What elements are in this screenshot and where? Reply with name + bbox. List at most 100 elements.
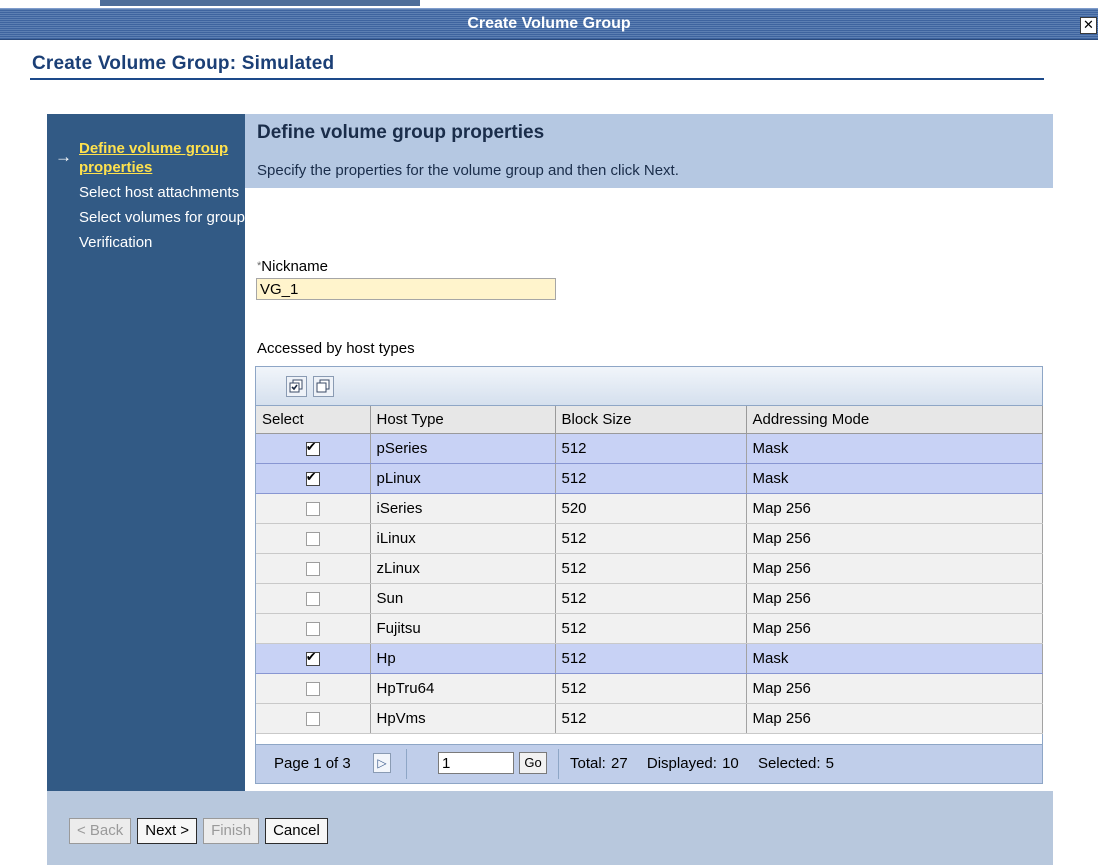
- deselect-all-icon[interactable]: [313, 376, 334, 397]
- host-type-cell: iSeries: [370, 493, 556, 524]
- column-header-host-type[interactable]: Host Type: [370, 406, 556, 434]
- total-count: Total: 27: [570, 755, 628, 772]
- row-checkbox[interactable]: [305, 682, 320, 697]
- host-type-cell: pLinux: [370, 463, 556, 494]
- select-cell: [256, 553, 371, 584]
- row-checkbox[interactable]: [305, 502, 320, 517]
- host-type-cell: iLinux: [370, 523, 556, 554]
- block-size-cell: 512: [555, 433, 747, 464]
- finish-button[interactable]: Finish: [203, 818, 260, 844]
- table-row[interactable]: Sun 512 Map 256: [256, 583, 1043, 614]
- background-tab: [100, 0, 420, 6]
- title-divider: [30, 78, 1044, 80]
- select-cell: [256, 523, 371, 554]
- table-pager: Page 1 of 3 ▷ Go Total: 27 Displayed: 10…: [256, 744, 1042, 783]
- table-toolbar: [256, 367, 1042, 406]
- step-label: Select volumes for group: [79, 209, 245, 226]
- addressing-mode-cell: Mask: [746, 433, 1043, 464]
- block-size-cell: 512: [555, 613, 747, 644]
- block-size-cell: 520: [555, 493, 747, 524]
- select-cell: [256, 613, 371, 644]
- displayed-count: Displayed: 10: [646, 755, 739, 772]
- row-checkbox[interactable]: ✔: [305, 469, 320, 487]
- row-checkbox[interactable]: [305, 532, 320, 547]
- window-titlebar: Create Volume Group ✕: [0, 8, 1098, 40]
- nickname-input[interactable]: [256, 278, 556, 300]
- row-checkbox[interactable]: [305, 592, 320, 607]
- page-number-input[interactable]: [438, 752, 514, 774]
- block-size-cell: 512: [555, 583, 747, 614]
- host-type-cell: zLinux: [370, 553, 556, 584]
- page-indicator: Page 1 of 3: [274, 755, 351, 772]
- row-checkbox[interactable]: ✔: [305, 649, 320, 667]
- step-verification: Verification: [47, 233, 245, 252]
- checkmark-icon: ✔: [305, 649, 317, 665]
- block-size-cell: 512: [555, 673, 747, 704]
- table-row[interactable]: iLinux 512 Map 256: [256, 523, 1043, 554]
- addressing-mode-cell: Mask: [746, 463, 1043, 494]
- host-type-cell: Hp: [370, 643, 556, 674]
- select-cell: ✔: [256, 463, 371, 494]
- host-table: Select Host Type Block Size Addressing M…: [256, 406, 1043, 734]
- go-button[interactable]: Go: [519, 752, 547, 774]
- column-header-block-size[interactable]: Block Size: [555, 406, 747, 434]
- row-checkbox[interactable]: [305, 712, 320, 727]
- step-label: Define volume group properties: [79, 140, 229, 176]
- host-type-cell: pSeries: [370, 433, 556, 464]
- addressing-mode-cell: Map 256: [746, 553, 1043, 584]
- checkmark-icon: ✔: [305, 439, 317, 455]
- host-type-cell: Sun: [370, 583, 556, 614]
- back-button[interactable]: < Back: [69, 818, 132, 844]
- step-select-volumes: Select volumes for group: [47, 208, 245, 227]
- block-size-cell: 512: [555, 523, 747, 554]
- content-title: Define volume group properties: [257, 122, 545, 143]
- addressing-mode-cell: Mask: [746, 643, 1043, 674]
- nickname-label: *Nickname: [257, 258, 328, 275]
- table-row[interactable]: ✔ pSeries 512 Mask: [256, 433, 1043, 464]
- table-row[interactable]: ✔ Hp 512 Mask: [256, 643, 1043, 674]
- select-cell: [256, 673, 371, 704]
- block-size-cell: 512: [555, 463, 747, 494]
- host-type-cell: Fujitsu: [370, 613, 556, 644]
- addressing-mode-cell: Map 256: [746, 703, 1043, 734]
- table-row[interactable]: HpVms 512 Map 256: [256, 703, 1043, 734]
- step-select-host-attachments: Select host attachments: [47, 183, 245, 202]
- step-label: Verification: [79, 234, 153, 251]
- column-header-select[interactable]: Select: [256, 406, 371, 434]
- host-type-cell: HpVms: [370, 703, 556, 734]
- row-checkbox[interactable]: ✔: [305, 439, 320, 457]
- checkmark-icon: ✔: [305, 469, 317, 485]
- select-cell: ✔: [256, 433, 371, 464]
- nickname-label-text: Nickname: [261, 258, 328, 275]
- top-strip: [0, 0, 1098, 8]
- current-step-arrow-icon: →: [55, 147, 72, 166]
- window-title: Create Volume Group: [467, 15, 631, 32]
- table-row[interactable]: Fujitsu 512 Map 256: [256, 613, 1043, 644]
- steps-list: → Define volume group properties Select …: [47, 139, 245, 258]
- cancel-button[interactable]: Cancel: [265, 818, 328, 844]
- wizard-panel: → Define volume group properties Select …: [47, 114, 1053, 865]
- step-content: Define volume group properties Specify t…: [245, 114, 1053, 791]
- table-stats: Total: 27 Displayed: 10 Selected: 5: [570, 755, 848, 772]
- content-description: Specify the properties for the volume gr…: [257, 162, 679, 179]
- column-header-addressing-mode[interactable]: Addressing Mode: [746, 406, 1043, 434]
- select-all-icon[interactable]: [286, 376, 307, 397]
- table-row[interactable]: iSeries 520 Map 256: [256, 493, 1043, 524]
- step-define-properties[interactable]: → Define volume group properties: [47, 139, 245, 177]
- selected-count: Selected: 5: [757, 755, 835, 772]
- wizard-buttons: < Back Next > Finish Cancel: [69, 818, 334, 844]
- select-cell: [256, 703, 371, 734]
- step-label: Select host attachments: [79, 184, 240, 201]
- table-row[interactable]: ✔ pLinux 512 Mask: [256, 463, 1043, 494]
- next-page-icon[interactable]: ▷: [373, 753, 391, 773]
- table-row[interactable]: HpTru64 512 Map 256: [256, 673, 1043, 704]
- table-row[interactable]: zLinux 512 Map 256: [256, 553, 1043, 584]
- close-icon[interactable]: ✕: [1080, 17, 1097, 34]
- block-size-cell: 512: [555, 703, 747, 734]
- select-cell: [256, 583, 371, 614]
- row-checkbox[interactable]: [305, 622, 320, 637]
- wizard-steps-sidebar: → Define volume group properties Select …: [47, 114, 245, 791]
- addressing-mode-cell: Map 256: [746, 673, 1043, 704]
- next-button[interactable]: Next >: [137, 818, 198, 844]
- row-checkbox[interactable]: [305, 562, 320, 577]
